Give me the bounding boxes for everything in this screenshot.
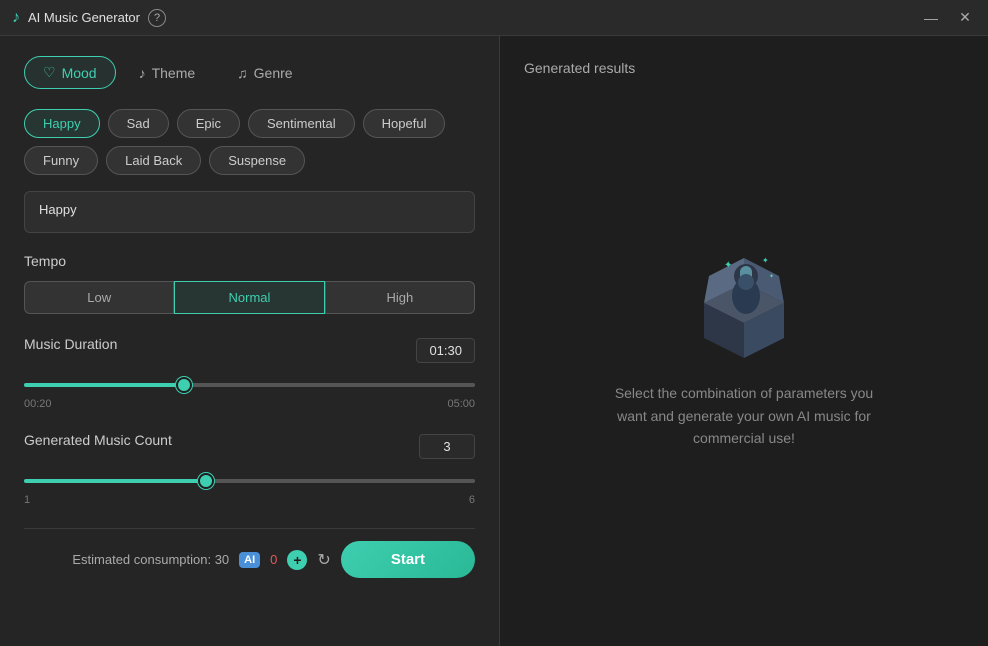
minimize-button[interactable]: — bbox=[920, 7, 942, 29]
svg-text:✦: ✦ bbox=[769, 273, 774, 280]
box-illustration: ✦ ✦ ✦ bbox=[684, 248, 804, 358]
mood-tags: Happy Sad Epic Sentimental Hopeful Funny… bbox=[24, 109, 475, 175]
mood-tag-suspense[interactable]: Suspense bbox=[209, 146, 305, 175]
mood-tag-funny[interactable]: Funny bbox=[24, 146, 98, 175]
generated-results-title: Generated results bbox=[524, 60, 635, 76]
tempo-section: Tempo Low Normal High bbox=[24, 253, 475, 314]
svg-text:✦: ✦ bbox=[762, 256, 769, 265]
ai-badge: AI bbox=[239, 552, 260, 568]
tempo-low[interactable]: Low bbox=[24, 281, 174, 314]
music-count-slider[interactable] bbox=[24, 479, 475, 483]
mood-input[interactable]: Happy bbox=[24, 191, 475, 233]
mood-tag-hopeful[interactable]: Hopeful bbox=[363, 109, 446, 138]
tempo-group: Low Normal High bbox=[24, 281, 475, 314]
music-count-max: 6 bbox=[469, 494, 475, 506]
window-controls: — ✕ bbox=[920, 7, 976, 29]
token-count: 0 bbox=[270, 552, 277, 567]
music-duration-value: 01:30 bbox=[416, 338, 475, 363]
tempo-label: Tempo bbox=[24, 253, 475, 269]
help-icon[interactable]: ? bbox=[148, 9, 166, 27]
music-duration-label: Music Duration bbox=[24, 336, 117, 352]
music-count-range: 1 6 bbox=[24, 494, 475, 506]
bottom-bar: Estimated consumption: 30 AI 0 + ↻ Start bbox=[24, 528, 475, 578]
app-title: AI Music Generator bbox=[28, 10, 140, 25]
theme-icon: ♪ bbox=[139, 65, 146, 81]
add-tokens-button[interactable]: + bbox=[287, 550, 307, 570]
right-panel: Generated results ✦ ✦ ✦ bbox=[500, 36, 988, 646]
tab-genre[interactable]: ♫ Genre bbox=[218, 56, 311, 89]
mood-tag-epic[interactable]: Epic bbox=[177, 109, 240, 138]
main-content: ♡ Mood ♪ Theme ♫ Genre Happy Sad Epic Se… bbox=[0, 36, 988, 646]
tempo-high[interactable]: High bbox=[325, 281, 475, 314]
music-duration-slider[interactable] bbox=[24, 383, 475, 387]
mood-tag-happy[interactable]: Happy bbox=[24, 109, 100, 138]
music-duration-min: 00:20 bbox=[24, 398, 52, 410]
refresh-button[interactable]: ↻ bbox=[317, 550, 330, 570]
music-duration-range: 00:20 05:00 bbox=[24, 398, 475, 410]
tab-mood[interactable]: ♡ Mood bbox=[24, 56, 116, 89]
music-count-label: Generated Music Count bbox=[24, 432, 172, 448]
music-duration-track bbox=[24, 374, 475, 392]
music-count-section: Generated Music Count 3 1 6 bbox=[24, 432, 475, 506]
tab-mood-label: Mood bbox=[62, 65, 97, 81]
start-button[interactable]: Start bbox=[341, 541, 475, 578]
app-icon: ♪ bbox=[12, 9, 20, 27]
title-bar: ♪ AI Music Generator ? — ✕ bbox=[0, 0, 988, 36]
genre-icon: ♫ bbox=[237, 65, 248, 81]
music-count-min: 1 bbox=[24, 494, 30, 506]
close-button[interactable]: ✕ bbox=[954, 7, 976, 29]
tab-theme[interactable]: ♪ Theme bbox=[120, 56, 215, 89]
music-count-header: Generated Music Count 3 bbox=[24, 432, 475, 460]
music-duration-section: Music Duration 01:30 00:20 05:00 bbox=[24, 336, 475, 410]
mood-icon: ♡ bbox=[43, 64, 56, 81]
mood-tag-sentimental[interactable]: Sentimental bbox=[248, 109, 355, 138]
mood-tag-sad[interactable]: Sad bbox=[108, 109, 169, 138]
tempo-normal[interactable]: Normal bbox=[174, 281, 324, 314]
tab-bar: ♡ Mood ♪ Theme ♫ Genre bbox=[24, 56, 475, 89]
music-count-value: 3 bbox=[419, 434, 475, 459]
music-duration-max: 05:00 bbox=[447, 398, 475, 410]
app-title-group: ♪ AI Music Generator ? bbox=[12, 9, 920, 27]
tab-theme-label: Theme bbox=[152, 65, 196, 81]
mood-tag-laidback[interactable]: Laid Back bbox=[106, 146, 201, 175]
music-duration-header: Music Duration 01:30 bbox=[24, 336, 475, 364]
consumption-text: Estimated consumption: 30 bbox=[72, 552, 229, 567]
left-panel: ♡ Mood ♪ Theme ♫ Genre Happy Sad Epic Se… bbox=[0, 36, 500, 646]
mood-input-value: Happy bbox=[39, 202, 77, 217]
generated-desc: Select the combination of parameters you… bbox=[604, 382, 884, 449]
tab-genre-label: Genre bbox=[254, 65, 293, 81]
right-center-content: ✦ ✦ ✦ Select the combination of paramete… bbox=[524, 76, 964, 622]
music-count-track bbox=[24, 470, 475, 488]
svg-text:✦: ✦ bbox=[724, 260, 732, 271]
